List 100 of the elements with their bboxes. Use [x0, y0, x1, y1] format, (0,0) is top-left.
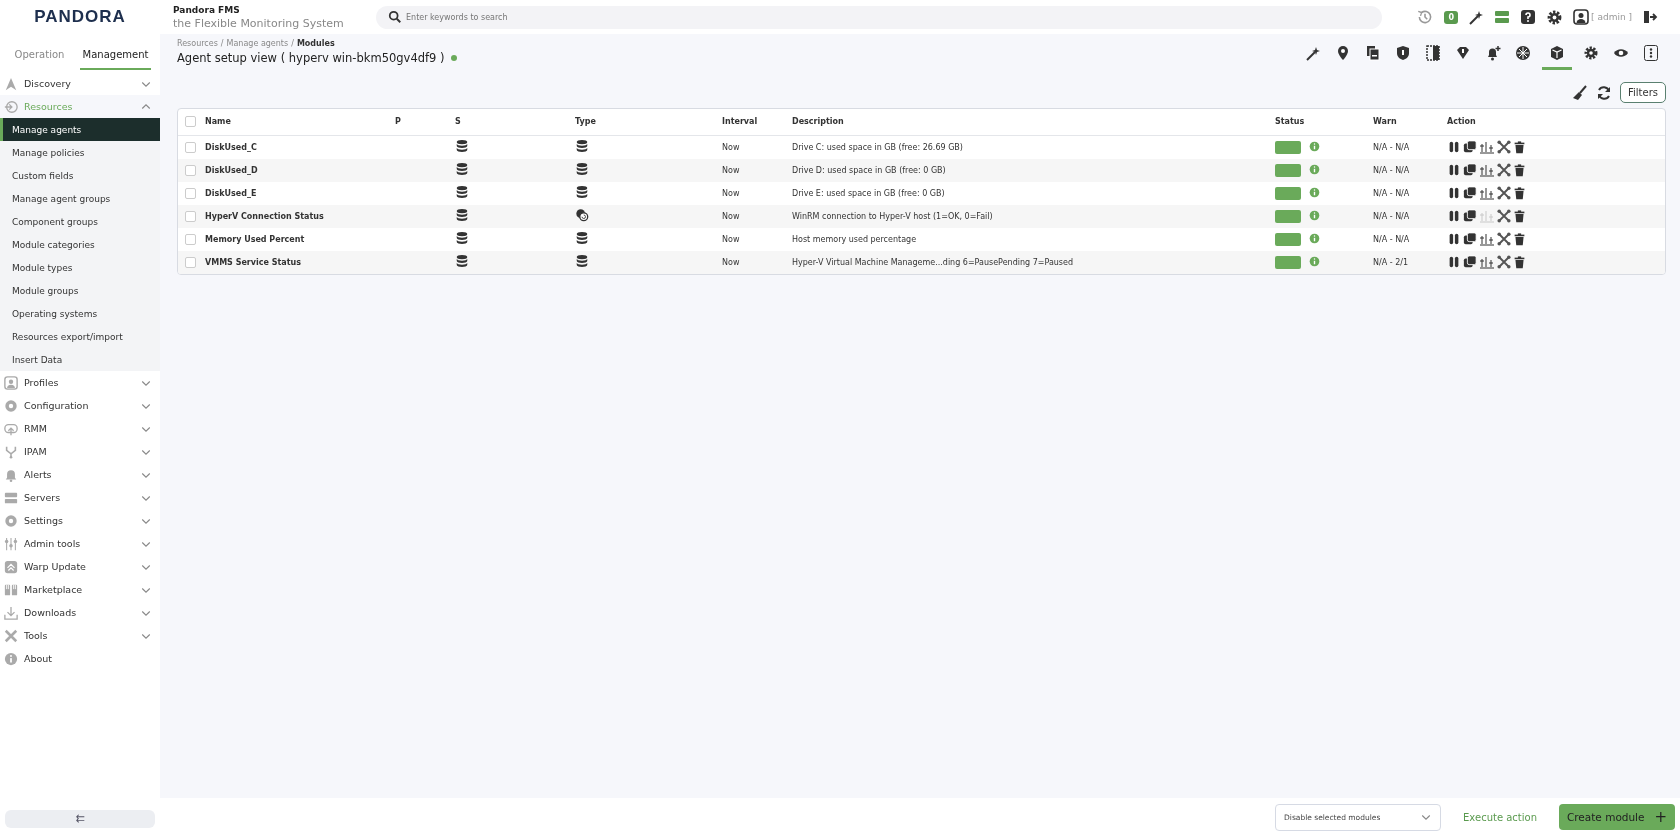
trash-icon[interactable] [1513, 232, 1526, 246]
module-name: DiskUsed_E [205, 188, 257, 198]
sidebar-tab[interactable]: Management [80, 49, 151, 70]
submenu-item[interactable]: Resources export/import [0, 325, 160, 348]
user-icon[interactable] [1573, 9, 1590, 25]
menu-item[interactable]: Warp Update [0, 555, 160, 578]
submenu-item[interactable]: Module categories [0, 233, 160, 256]
database-icon [575, 185, 589, 199]
column-header: P [395, 117, 401, 127]
menu-item[interactable]: Configuration [0, 394, 160, 417]
help-icon[interactable] [1520, 9, 1537, 25]
warn-text: N/A - N/A [1373, 234, 1410, 244]
duplicate-icon[interactable] [1463, 209, 1477, 223]
submenu-item[interactable]: Custom fields [0, 164, 160, 187]
database-icon [455, 254, 469, 268]
filters-button[interactable]: Filters [1620, 82, 1666, 103]
menu-item[interactable]: RMM [0, 417, 160, 440]
menu-item[interactable]: Alerts [0, 463, 160, 486]
menu-item[interactable]: Profiles [0, 371, 160, 394]
execute-action-button[interactable]: Execute action [1457, 810, 1543, 824]
submenu-item[interactable]: Module types [0, 256, 160, 279]
info-icon[interactable] [1309, 232, 1320, 244]
graph-icon[interactable] [1479, 139, 1495, 155]
checkbox[interactable] [185, 164, 196, 176]
graph-icon[interactable] [1479, 185, 1495, 201]
info-icon[interactable] [1309, 140, 1320, 152]
graph-icon[interactable] [1479, 162, 1495, 178]
diamond-icon [1455, 45, 1471, 61]
duplicate-icon[interactable] [1463, 140, 1477, 154]
checkbox[interactable] [185, 141, 196, 153]
info-icon[interactable] [1309, 186, 1320, 198]
breadcrumb-link[interactable]: Resources [177, 39, 218, 48]
duplicate-icon[interactable] [1463, 255, 1477, 269]
tools-icon [4, 628, 18, 643]
info-icon[interactable] [1309, 255, 1320, 267]
checkbox[interactable] [185, 256, 196, 268]
trash-icon[interactable] [1513, 255, 1526, 269]
checkbox[interactable] [185, 187, 196, 199]
database-icon [575, 139, 589, 153]
collapse-button[interactable]: ⇇ [5, 810, 155, 828]
menu-item[interactable]: Marketplace [0, 578, 160, 601]
checkbox[interactable] [185, 233, 196, 245]
duplicate-icon[interactable] [1463, 163, 1477, 177]
settings-icon[interactable] [1546, 8, 1564, 26]
interval-text: Now [722, 211, 740, 221]
trash-icon[interactable] [1513, 140, 1526, 154]
logout-icon[interactable] [1642, 9, 1658, 25]
menu-item[interactable]: Downloads [0, 601, 160, 624]
trash-icon[interactable] [1513, 163, 1526, 177]
duplicate-icon[interactable] [1463, 186, 1477, 200]
submenu-item[interactable]: Manage agents [0, 118, 160, 141]
refresh-icon[interactable] [1596, 84, 1612, 101]
agent-tab[interactable] [1542, 45, 1572, 70]
duplicate-icon[interactable] [1463, 232, 1477, 246]
menu-item[interactable]: Admin tools [0, 532, 160, 555]
menu-item[interactable]: Servers [0, 486, 160, 509]
menu-item[interactable]: Settings [0, 509, 160, 532]
menu-item[interactable]: About [0, 647, 160, 670]
cross-icon[interactable] [1497, 163, 1511, 177]
sidebar-tab[interactable]: Operation [4, 49, 75, 70]
submenu-item[interactable]: Manage agent groups [0, 187, 160, 210]
graph-icon[interactable] [1479, 231, 1495, 247]
pause-icon[interactable] [1447, 232, 1461, 246]
pause-icon[interactable] [1447, 140, 1461, 154]
submenu-item[interactable]: Insert Data [0, 348, 160, 371]
warn-text: N/A - N/A [1373, 142, 1410, 152]
cross-icon[interactable] [1497, 186, 1511, 200]
submenu-item[interactable]: Operating systems [0, 302, 160, 325]
cross-icon[interactable] [1497, 209, 1511, 223]
menu-item[interactable]: Discovery [0, 72, 160, 95]
description-text: Drive D: used space in GB (free: 0 GB) [792, 165, 946, 175]
column-header: S [455, 117, 461, 127]
menu-item[interactable]: IPAM [0, 440, 160, 463]
wand-icon[interactable] [1468, 9, 1485, 25]
server-icon[interactable] [1494, 9, 1511, 25]
pause-icon[interactable] [1447, 163, 1461, 177]
breadcrumb-link[interactable]: Manage agents [226, 39, 289, 48]
database-icon [575, 162, 589, 176]
checkbox[interactable] [185, 210, 196, 222]
checkbox[interactable] [185, 116, 196, 128]
submenu-item[interactable]: Component groups [0, 210, 160, 233]
submenu-item[interactable]: Manage policies [0, 141, 160, 164]
pause-icon[interactable] [1447, 209, 1461, 223]
cross-icon[interactable] [1497, 255, 1511, 269]
status-indicator [1275, 232, 1301, 246]
menu-item[interactable]: Tools [0, 624, 160, 647]
search-field[interactable]: Enter keywords to search [376, 5, 1382, 29]
graph-icon[interactable] [1479, 254, 1495, 270]
cross-icon[interactable] [1497, 232, 1511, 246]
brush-icon[interactable] [1572, 84, 1588, 101]
pause-icon[interactable] [1447, 186, 1461, 200]
create-module-button[interactable]: Create module + [1559, 804, 1675, 830]
trash-icon[interactable] [1513, 209, 1526, 223]
cross-icon[interactable] [1497, 140, 1511, 154]
submenu-item[interactable]: Module groups [0, 279, 160, 302]
info-icon[interactable] [1309, 163, 1320, 175]
pause-icon[interactable] [1447, 255, 1461, 269]
trash-icon[interactable] [1513, 186, 1526, 200]
info-icon[interactable] [1309, 209, 1320, 221]
wand-icon [1305, 45, 1321, 61]
